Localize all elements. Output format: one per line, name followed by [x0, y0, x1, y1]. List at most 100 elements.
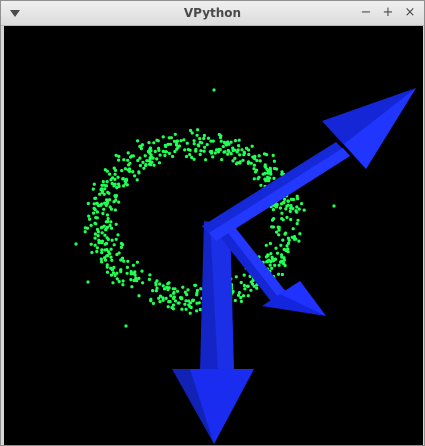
particle — [289, 217, 293, 222]
particle — [196, 128, 200, 132]
particle — [93, 196, 97, 200]
particle — [107, 198, 112, 202]
particle — [83, 230, 87, 234]
particle — [129, 155, 133, 159]
particle — [179, 139, 183, 143]
scene-canvas[interactable] — [4, 26, 423, 445]
particle — [272, 176, 276, 180]
particle — [282, 247, 286, 251]
particle — [213, 151, 217, 155]
particle — [255, 286, 259, 290]
particle — [113, 208, 117, 212]
particle — [119, 245, 123, 249]
particle — [164, 150, 168, 154]
particle — [202, 133, 206, 138]
particle — [250, 144, 254, 148]
particle — [152, 163, 156, 167]
particle — [212, 88, 216, 92]
particle — [166, 142, 170, 146]
particle — [280, 211, 284, 215]
particle — [300, 202, 304, 206]
particle — [229, 152, 233, 156]
minimize-button[interactable]: − — [358, 5, 374, 21]
particle — [288, 209, 292, 213]
title-bar[interactable]: VPython − + × — [1, 1, 424, 26]
particle — [277, 233, 281, 237]
particle — [269, 259, 273, 263]
particle — [246, 161, 250, 165]
particle — [184, 307, 188, 311]
particle — [233, 298, 237, 303]
particle — [88, 217, 92, 221]
particle — [131, 170, 135, 174]
particle — [137, 294, 141, 298]
particle — [143, 154, 147, 158]
particle — [104, 220, 108, 224]
particle — [283, 197, 287, 201]
particle — [173, 299, 177, 303]
particle — [237, 144, 241, 148]
particle — [237, 138, 241, 142]
particle — [150, 160, 154, 164]
particle — [198, 137, 202, 141]
particle — [234, 162, 238, 166]
arrow-upper-right — [202, 88, 416, 241]
particle — [117, 279, 121, 284]
particle — [273, 263, 277, 267]
particle — [275, 167, 279, 171]
particle — [219, 139, 223, 143]
particle — [108, 205, 112, 209]
particle — [186, 288, 190, 292]
particle — [99, 203, 103, 207]
particle — [93, 236, 97, 240]
particle — [233, 148, 237, 152]
particle — [161, 284, 165, 288]
particle — [130, 285, 134, 289]
particle — [148, 273, 152, 277]
particle — [135, 260, 139, 264]
particle — [103, 201, 107, 205]
particle — [86, 201, 90, 206]
particle — [122, 184, 126, 188]
particle — [131, 263, 135, 267]
particle — [153, 149, 157, 154]
particle — [117, 158, 121, 162]
particle — [252, 177, 256, 181]
particle — [133, 174, 137, 178]
particle — [198, 307, 202, 312]
particle — [274, 246, 278, 250]
particle — [286, 236, 290, 240]
particle — [155, 157, 159, 161]
particle — [85, 226, 90, 230]
particle — [90, 250, 94, 255]
particle — [126, 151, 130, 155]
particle — [231, 289, 235, 294]
particle — [171, 296, 175, 300]
maximize-button[interactable]: + — [380, 5, 396, 21]
particle — [164, 296, 168, 300]
particle — [74, 242, 78, 246]
particle — [94, 216, 98, 220]
particle — [98, 192, 102, 196]
particle — [257, 154, 261, 158]
particle — [291, 197, 296, 202]
particle — [238, 153, 242, 157]
particle — [242, 273, 246, 277]
particle — [110, 238, 114, 242]
particle — [112, 243, 116, 247]
close-button[interactable]: × — [402, 5, 418, 21]
particle — [114, 153, 118, 157]
particle — [234, 275, 238, 279]
particle — [154, 289, 158, 293]
particle — [148, 146, 152, 150]
particle — [105, 198, 109, 202]
particle — [298, 232, 302, 236]
particle — [172, 139, 177, 143]
particle — [259, 183, 263, 187]
particle — [247, 152, 251, 157]
particle — [205, 143, 209, 147]
particle — [116, 175, 120, 179]
particle — [101, 211, 105, 216]
particle — [171, 154, 175, 159]
particle — [151, 289, 155, 293]
